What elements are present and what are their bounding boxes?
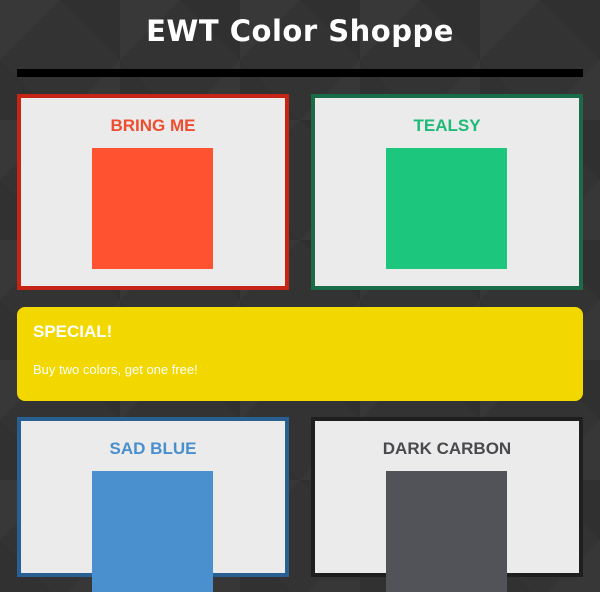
color-card-sad-blue[interactable]: SAD BLUE [17,417,289,592]
color-swatch [92,148,213,269]
special-text: Buy two colors, get one free! [33,362,198,377]
color-name: BRING ME [110,116,196,135]
color-name: DARK CARBON [382,439,512,458]
color-card-bring-me[interactable]: BRING ME [17,94,289,290]
color-card-dark-carbon[interactable]: DARK CARBON [311,417,583,592]
color-name: TEALSY [413,116,481,135]
title-divider [17,69,583,77]
color-name: SAD BLUE [109,439,197,458]
color-swatch [92,471,213,592]
color-swatch [386,148,507,269]
color-swatch [386,471,507,592]
color-card-tealsy[interactable]: TEALSY [311,94,583,290]
special-title: SPECIAL! [33,322,113,341]
special-offer-banner: SPECIAL! Buy two colors, get one free! [17,307,583,401]
page-title: EWT Color Shoppe [146,14,454,48]
